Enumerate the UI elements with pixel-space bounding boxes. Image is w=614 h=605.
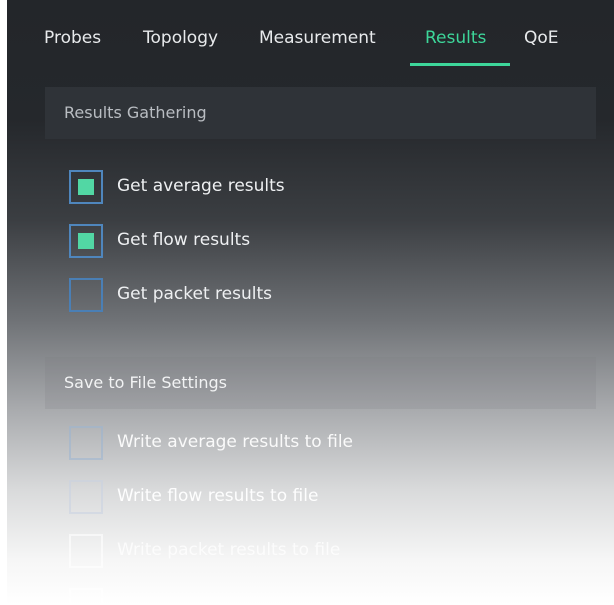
save-to-file-settings-header: Save to File Settings: [45, 357, 596, 409]
get-average-results-label: Get average results: [117, 176, 285, 196]
checkmark-fill: [78, 233, 94, 249]
tab-qoe[interactable]: QoE: [524, 28, 559, 48]
tab-topology[interactable]: Topology: [143, 28, 218, 48]
write-packet-results-label: Write packet results to file: [117, 540, 341, 560]
results-panel: Probes Topology Measurement Results QoE …: [7, 0, 614, 605]
write-packet-results-checkbox[interactable]: [69, 534, 103, 568]
write-average-results-label: Write average results to file: [117, 432, 353, 452]
get-flow-results-checkbox[interactable]: [69, 224, 103, 258]
tab-results[interactable]: Results: [425, 28, 486, 48]
tab-measurement[interactable]: Measurement: [259, 28, 376, 48]
save-option-partial-checkbox[interactable]: [69, 588, 103, 605]
checkmark-fill: [78, 179, 94, 195]
get-average-results-checkbox[interactable]: [69, 170, 103, 204]
write-average-results-checkbox[interactable]: [69, 426, 103, 460]
tab-probes[interactable]: Probes: [44, 28, 101, 48]
active-tab-indicator: [410, 63, 510, 66]
results-gathering-header: Results Gathering: [45, 87, 596, 139]
write-flow-results-checkbox[interactable]: [69, 480, 103, 514]
get-packet-results-checkbox[interactable]: [69, 278, 103, 312]
tab-bar: Probes Topology Measurement Results QoE: [7, 0, 614, 68]
write-flow-results-label: Write flow results to file: [117, 486, 319, 506]
get-packet-results-label: Get packet results: [117, 284, 272, 304]
get-flow-results-label: Get flow results: [117, 230, 251, 250]
